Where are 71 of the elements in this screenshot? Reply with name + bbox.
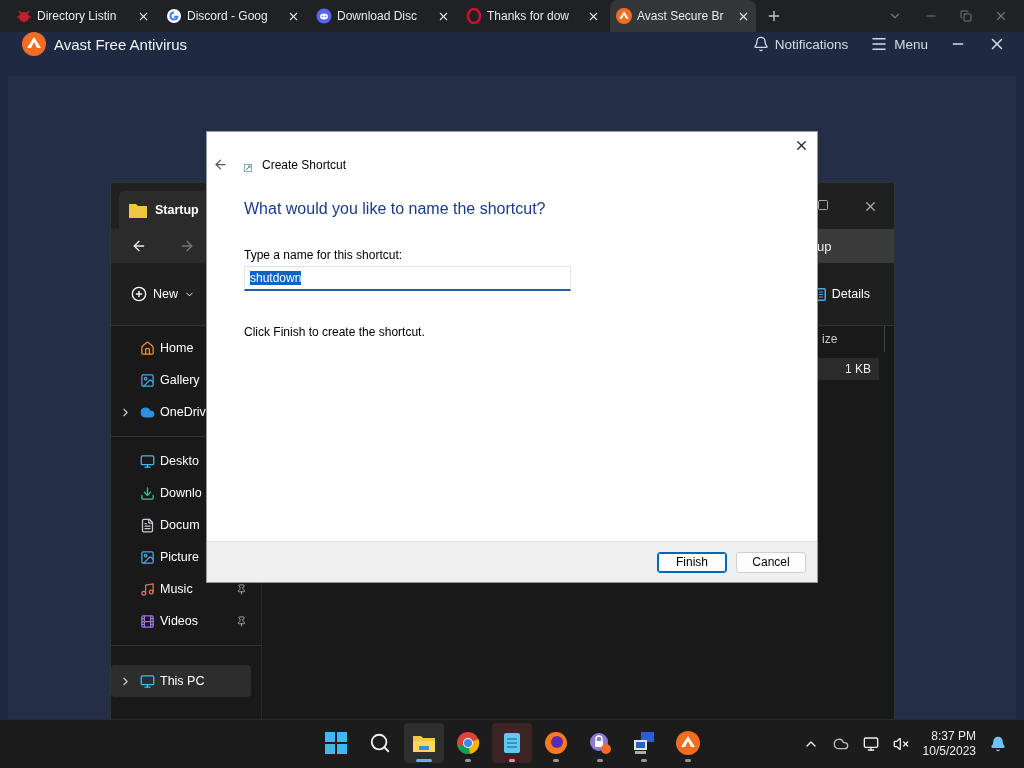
document-icon bbox=[140, 517, 155, 533]
browser-tab[interactable]: Download Disc bbox=[310, 0, 456, 32]
volume-muted-icon[interactable] bbox=[892, 736, 909, 752]
network-icon[interactable] bbox=[862, 736, 879, 752]
pin-icon bbox=[236, 583, 247, 595]
sidebar-item[interactable]: Videos bbox=[111, 605, 251, 637]
back-icon[interactable] bbox=[213, 157, 228, 172]
browser-tab[interactable]: Thanks for dow bbox=[460, 0, 606, 32]
picture-icon bbox=[140, 372, 155, 388]
dialog-button[interactable]: Cancel bbox=[736, 551, 806, 573]
plus-circle-icon bbox=[131, 286, 147, 302]
field-label: Type a name for this shortcut: bbox=[244, 248, 404, 262]
clock[interactable]: 8:37 PM 10/5/2023 bbox=[922, 729, 976, 759]
new-button[interactable]: New bbox=[131, 286, 195, 302]
firefox-icon bbox=[543, 730, 569, 756]
bell-icon bbox=[752, 36, 769, 52]
dialog-title: Create Shortcut bbox=[262, 157, 347, 172]
browser-tab[interactable]: Discord - Goog bbox=[160, 0, 306, 32]
dialog-button[interactable]: Finish bbox=[657, 551, 727, 573]
cloud-icon[interactable] bbox=[832, 736, 849, 752]
pin-icon bbox=[236, 615, 247, 627]
folder-icon bbox=[129, 202, 147, 218]
sidebar-item[interactable]: Docum bbox=[111, 509, 251, 541]
browser-tab[interactable]: Directory Listin bbox=[10, 0, 156, 32]
desktop-icon bbox=[140, 453, 155, 469]
back-icon[interactable] bbox=[131, 238, 147, 254]
taskbar-button[interactable] bbox=[404, 723, 444, 763]
menu-icon bbox=[870, 35, 889, 53]
details-button[interactable]: Details bbox=[815, 287, 870, 301]
shortcut-icon bbox=[244, 163, 252, 172]
search-icon bbox=[369, 732, 391, 754]
discord-icon bbox=[316, 8, 332, 24]
restore-icon[interactable] bbox=[960, 10, 972, 22]
sidebar-item[interactable]: Music bbox=[111, 573, 251, 605]
new-tab-icon[interactable] bbox=[766, 8, 782, 24]
maximize-icon[interactable] bbox=[817, 198, 829, 211]
music-icon bbox=[140, 581, 155, 597]
download-icon bbox=[140, 485, 155, 501]
search-field[interactable]: up bbox=[817, 229, 894, 263]
bell-icon[interactable] bbox=[990, 736, 1006, 752]
browser-tab[interactable]: Avast Secure Br bbox=[610, 0, 756, 32]
cloud-icon bbox=[140, 404, 155, 420]
forward-icon[interactable] bbox=[179, 238, 195, 254]
name-field[interactable]: shutdown bbox=[244, 266, 571, 291]
sidebar-item[interactable]: Gallery bbox=[111, 364, 251, 396]
close-icon[interactable] bbox=[794, 138, 809, 153]
home-icon bbox=[140, 340, 155, 356]
computers-icon bbox=[631, 730, 657, 756]
bug-icon bbox=[16, 8, 32, 24]
hint-text: Click Finish to create the shortcut. bbox=[244, 325, 426, 339]
picture-icon bbox=[140, 549, 155, 565]
chrome-icon bbox=[455, 730, 481, 756]
taskbar-button[interactable] bbox=[492, 723, 532, 763]
app-title: Avast Free Antivirus bbox=[54, 35, 189, 53]
details-icon bbox=[815, 287, 826, 301]
avast-logo-icon bbox=[676, 731, 700, 755]
sidebar-item[interactable]: Downlo bbox=[111, 477, 251, 509]
windows-icon bbox=[323, 730, 349, 756]
ring-icon bbox=[466, 8, 482, 24]
avast-logo-icon bbox=[22, 32, 46, 56]
video-icon bbox=[140, 613, 155, 629]
notifications-button[interactable]: Notifications bbox=[752, 36, 849, 52]
avast-logo-icon bbox=[616, 8, 632, 24]
sidebar-item[interactable]: OneDriv bbox=[111, 396, 251, 428]
sidebar-item[interactable]: Picture bbox=[111, 541, 251, 573]
google-icon bbox=[166, 8, 182, 24]
computer-icon bbox=[140, 673, 155, 689]
menu-button[interactable]: Menu bbox=[870, 35, 928, 53]
lock-globe-icon bbox=[587, 730, 613, 756]
sidebar-item[interactable]: This PC bbox=[111, 665, 251, 697]
sidebar-item[interactable]: Deskto bbox=[111, 445, 251, 477]
